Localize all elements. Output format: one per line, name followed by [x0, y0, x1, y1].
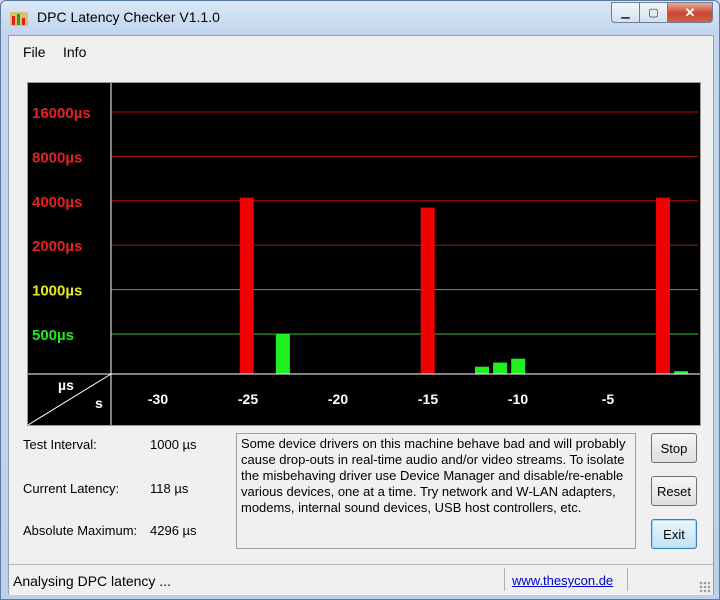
- client-area: File Info 16000µs 8000µs 4000µs 2000µs 1000µ…: [8, 35, 714, 595]
- y-tick-label: 500µs: [32, 327, 74, 344]
- menu-bar: File Info: [9, 36, 713, 68]
- app-icon: [10, 12, 28, 26]
- current-latency-value: 118 µs: [150, 481, 189, 496]
- minimize-icon: ▁: [621, 7, 630, 19]
- maximize-button[interactable]: ▢: [639, 2, 667, 23]
- x-tick-label: -20: [328, 391, 348, 407]
- corner-y-unit-label: µs: [58, 377, 74, 393]
- y-tick-label: 1000µs: [32, 283, 82, 300]
- latency-bar: [656, 197, 670, 374]
- stop-button[interactable]: Stop: [651, 433, 697, 463]
- latency-bar: [420, 207, 435, 374]
- y-tick-label: 16000µs: [32, 105, 91, 122]
- close-button[interactable]: ✕: [667, 2, 713, 23]
- corner-x-unit-label: s: [95, 395, 103, 411]
- y-tick-label: 8000µs: [32, 149, 82, 166]
- status-divider: [627, 568, 628, 591]
- menu-info[interactable]: Info: [63, 44, 86, 60]
- absolute-maximum-label: Absolute Maximum:: [23, 523, 138, 538]
- latency-chart-svg: 16000µs 8000µs 4000µs 2000µs 1000µs 500µs µs s -…: [28, 83, 700, 425]
- absolute-maximum-value: 4296 µs: [150, 523, 197, 538]
- x-tick-label: -25: [238, 391, 258, 407]
- test-interval-value: 1000 µs: [150, 437, 197, 452]
- diagnostic-message: Some device drivers on this machine beha…: [236, 433, 636, 549]
- title-bar[interactable]: DPC Latency Checker V1.1.0 ▁ ▢ ✕: [1, 1, 719, 35]
- status-divider: [504, 568, 505, 591]
- reset-button[interactable]: Reset: [651, 476, 697, 506]
- latency-bar: [239, 197, 254, 374]
- current-latency-label: Current Latency:: [23, 481, 120, 496]
- close-icon: ✕: [684, 4, 696, 20]
- website-link[interactable]: www.thesycon.de: [512, 573, 613, 588]
- test-interval-label: Test Interval:: [23, 437, 97, 452]
- maximize-icon: ▢: [648, 7, 659, 19]
- resize-grip-icon[interactable]: [699, 581, 711, 593]
- x-tick-label: -15: [418, 391, 438, 407]
- latency-chart: 16000µs 8000µs 4000µs 2000µs 1000µs 500µs µs s -…: [27, 82, 701, 426]
- latency-bar: [511, 358, 526, 374]
- menu-file[interactable]: File: [23, 44, 46, 60]
- x-tick-label: -10: [508, 391, 528, 407]
- window-title: DPC Latency Checker V1.1.0: [37, 9, 220, 25]
- status-text: Analysing DPC latency ...: [13, 573, 171, 589]
- x-tick-label: -5: [602, 391, 615, 407]
- latency-bar: [475, 366, 489, 374]
- minimize-button[interactable]: ▁: [611, 2, 639, 23]
- y-tick-label: 4000µs: [32, 194, 82, 211]
- latency-bar: [493, 362, 508, 374]
- latency-bar: [275, 334, 290, 374]
- main-window: DPC Latency Checker V1.1.0 ▁ ▢ ✕ File In…: [0, 0, 720, 600]
- exit-button[interactable]: Exit: [651, 519, 697, 549]
- y-tick-label: 2000µs: [32, 238, 82, 255]
- x-tick-label: -30: [148, 391, 168, 407]
- status-bar: Analysing DPC latency ... www.thesycon.d…: [9, 564, 713, 595]
